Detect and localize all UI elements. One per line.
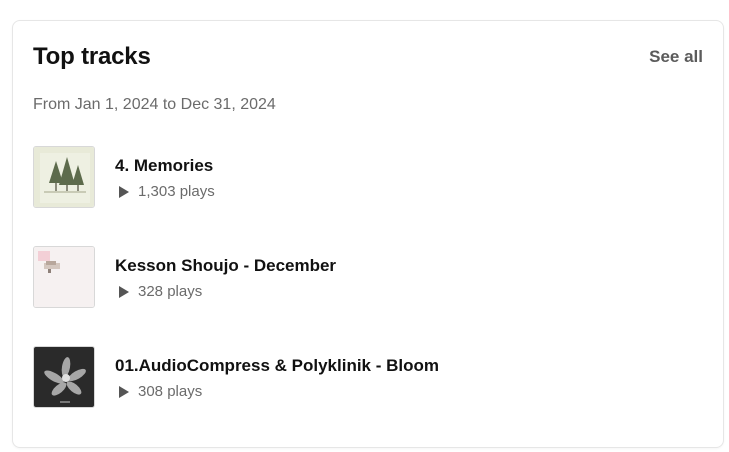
card-title: Top tracks: [33, 43, 151, 70]
track-row[interactable]: 01.AudioCompress & Polyklinik - Bloom 30…: [33, 346, 703, 446]
date-range: From Jan 1, 2024 to Dec 31, 2024: [33, 96, 276, 113]
see-all-link[interactable]: See all: [649, 47, 703, 67]
card-header: Top tracks See all: [33, 43, 703, 71]
top-tracks-card: Top tracks See all From Jan 1, 2024 to D…: [12, 20, 724, 448]
track-name[interactable]: 4. Memories: [115, 156, 215, 176]
play-count-label: 328 plays: [138, 283, 203, 300]
track-info: 01.AudioCompress & Polyklinik - Bloom 30…: [115, 346, 439, 400]
play-count-label: 1,303 plays: [138, 183, 215, 200]
track-row[interactable]: Kesson Shoujo - December 328 plays: [33, 246, 703, 346]
track-info: Kesson Shoujo - December 328 plays: [115, 246, 336, 300]
forest-artwork-icon: [34, 147, 94, 207]
track-name[interactable]: 01.AudioCompress & Polyklinik - Bloom: [115, 356, 439, 376]
play-count: 1,303 plays: [115, 183, 215, 200]
track-info: 4. Memories 1,303 plays: [115, 146, 215, 200]
track-artwork[interactable]: [33, 246, 95, 308]
track-row[interactable]: 4. Memories 1,303 plays: [33, 146, 703, 246]
track-artwork[interactable]: [33, 346, 95, 408]
play-count-label: 308 plays: [138, 383, 203, 400]
play-icon: [119, 385, 129, 398]
play-icon: [119, 285, 129, 298]
track-artwork[interactable]: [33, 146, 95, 208]
play-count: 308 plays: [115, 383, 439, 400]
track-list: 4. Memories 1,303 plays Kesson Shoujo - …: [33, 146, 703, 446]
play-count: 328 plays: [115, 283, 336, 300]
pink-artwork-icon: [34, 247, 94, 307]
play-icon: [119, 185, 129, 198]
dark-flower-artwork-icon: [34, 347, 94, 407]
track-name[interactable]: Kesson Shoujo - December: [115, 256, 336, 276]
